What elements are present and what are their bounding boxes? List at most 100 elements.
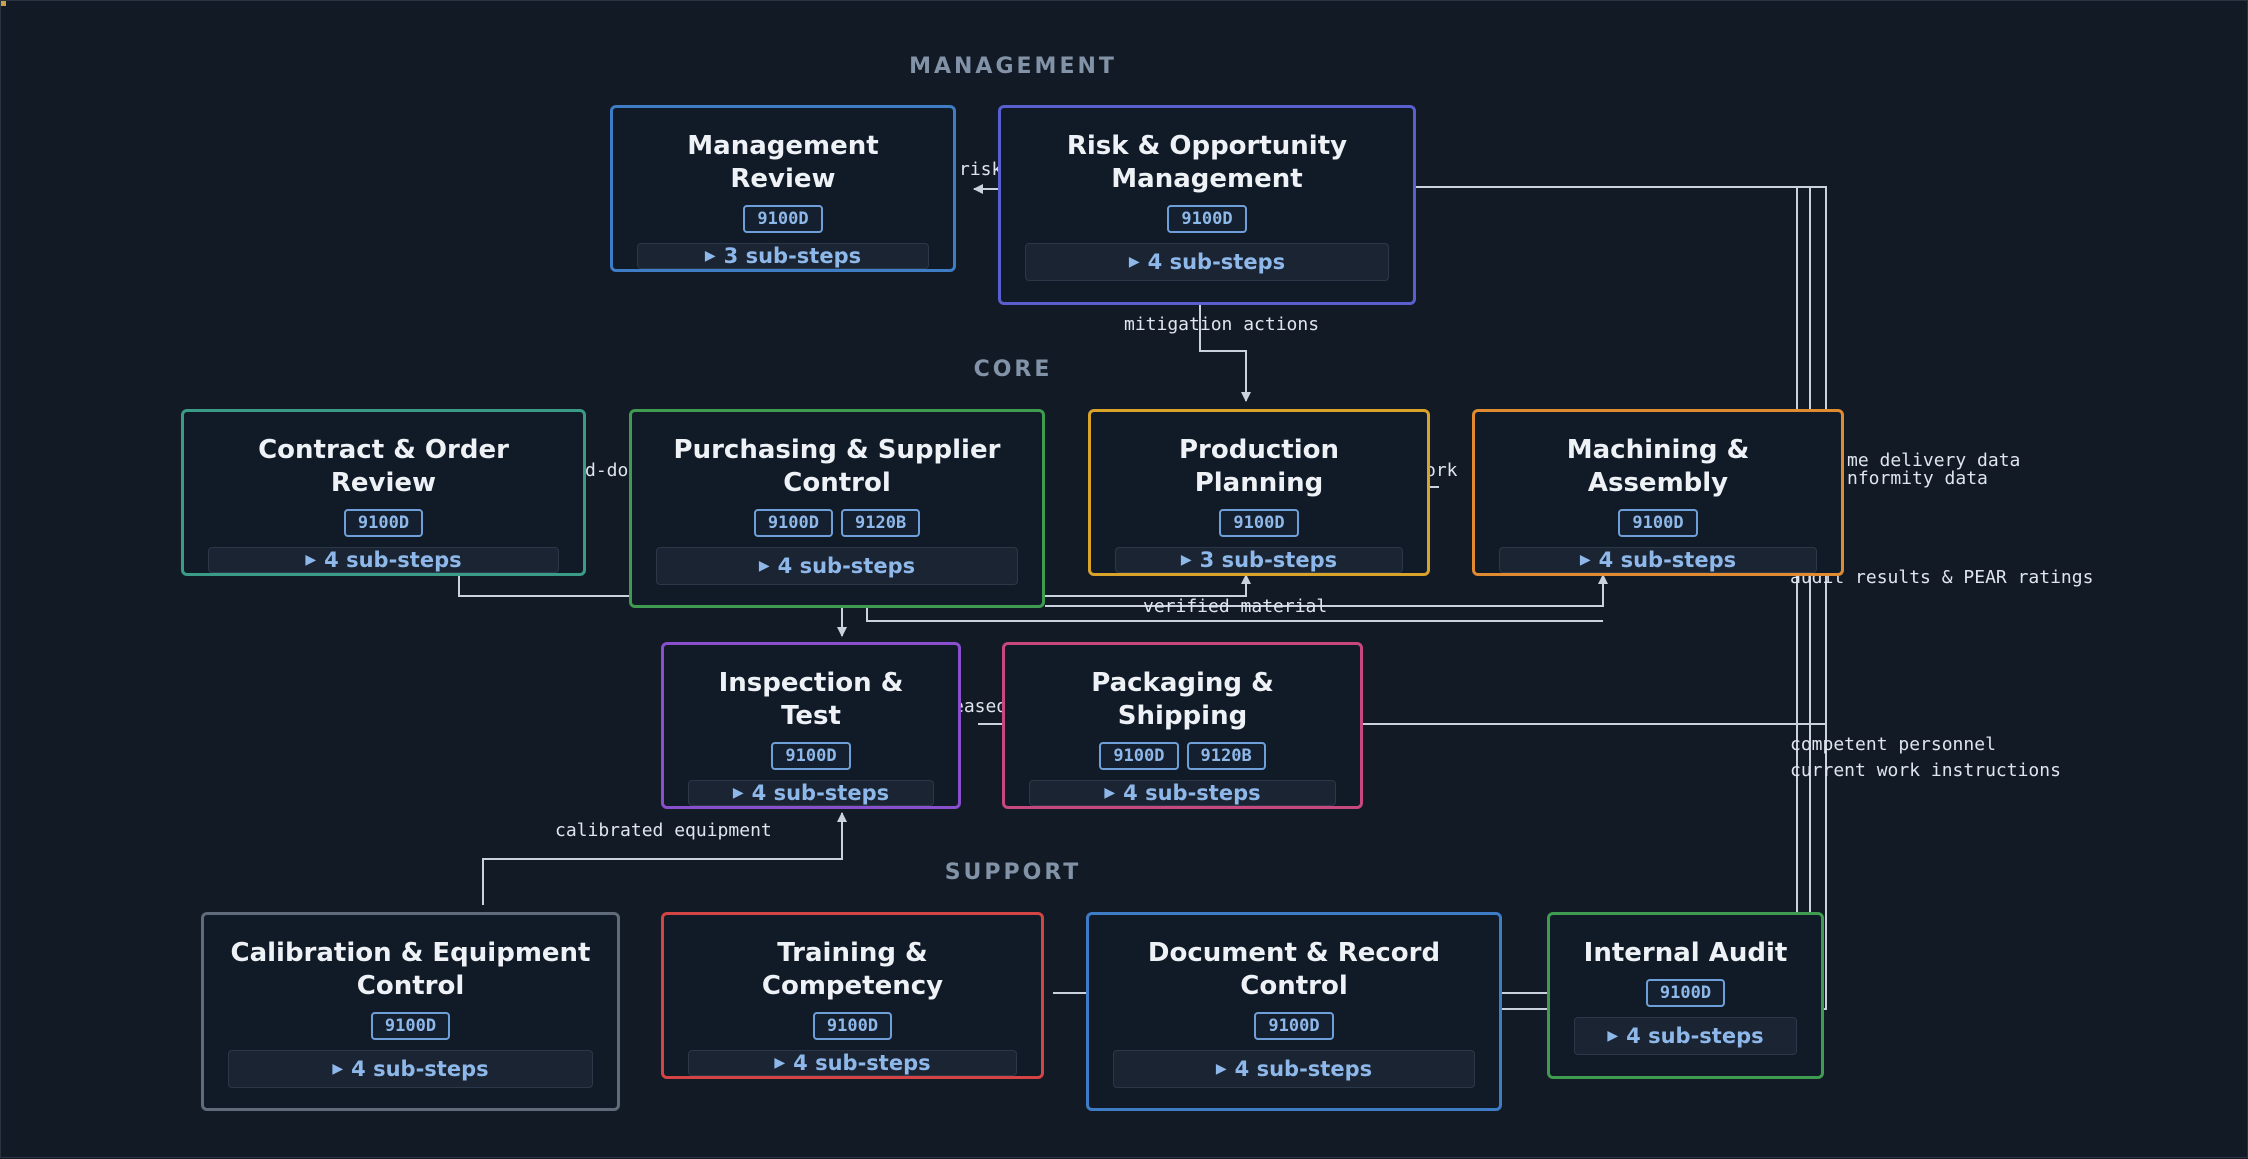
node-packaging-shipping[interactable]: Packaging & Shipping 9100D 9120B ▶ 4 sub-ste… bbox=[1002, 642, 1363, 809]
triangle-right-icon: ▶ bbox=[332, 1061, 344, 1077]
lane-label-management: MANAGEMENT bbox=[909, 54, 1117, 79]
node-inspection-test[interactable]: Inspection & Test 9100D ▶ 4 sub-steps bbox=[661, 642, 961, 809]
triangle-right-icon: ▶ bbox=[1128, 254, 1140, 270]
lane-label-core: CORE bbox=[973, 357, 1053, 382]
triangle-right-icon: ▶ bbox=[1215, 1061, 1227, 1077]
substeps-toggle-button[interactable]: ▶ 4 sub-steps bbox=[228, 1050, 593, 1088]
substeps-toggle-button[interactable]: ▶ 4 sub-steps bbox=[688, 1050, 1017, 1076]
node-title: Contract & Order Review bbox=[258, 435, 509, 498]
triangle-right-icon: ▶ bbox=[774, 1055, 786, 1071]
standard-badges: 9100D bbox=[1618, 509, 1698, 537]
triangle-right-icon: ▶ bbox=[1607, 1028, 1619, 1044]
substeps-label: 4 sub-steps bbox=[1598, 548, 1737, 572]
node-title: Packaging & Shipping bbox=[1091, 668, 1274, 731]
substeps-toggle-button[interactable]: ▶ 3 sub-steps bbox=[637, 243, 929, 269]
substeps-toggle-button[interactable]: ▶ 4 sub-steps bbox=[688, 780, 934, 806]
standard-badge: 9100D bbox=[1099, 742, 1179, 770]
substeps-toggle-button[interactable]: ▶ 4 sub-steps bbox=[1113, 1050, 1475, 1088]
process-map-canvas: MANAGEMENT CORE SUPPORT risk mitigation … bbox=[0, 0, 2248, 1158]
substeps-toggle-button[interactable]: ▶ 4 sub-steps bbox=[1499, 547, 1817, 573]
node-title: Internal Audit bbox=[1583, 938, 1788, 968]
node-document-control[interactable]: Document & Record Control 9100D ▶ 4 sub-ste… bbox=[1086, 912, 1502, 1111]
standard-badge: 9100D bbox=[1219, 509, 1299, 537]
standard-badge: 9120B bbox=[841, 509, 921, 537]
triangle-right-icon: ▶ bbox=[704, 248, 716, 264]
standard-badge: 9100D bbox=[743, 205, 823, 233]
substeps-label: 4 sub-steps bbox=[793, 1051, 931, 1075]
standard-badges: 9100D bbox=[771, 742, 851, 770]
triangle-right-icon: ▶ bbox=[1180, 552, 1192, 568]
substeps-toggle-button[interactable]: ▶ 3 sub-steps bbox=[1115, 547, 1403, 573]
node-title: Risk & Opportunity Management bbox=[1066, 131, 1348, 194]
standard-badges: 9100D bbox=[812, 1012, 893, 1040]
substeps-toggle-button[interactable]: ▶ 4 sub-steps bbox=[1025, 243, 1389, 281]
substeps-label: 4 sub-steps bbox=[324, 548, 462, 572]
substeps-toggle-button[interactable]: ▶ 4 sub-steps bbox=[1029, 780, 1336, 806]
node-title: Calibration & Equipment Control bbox=[230, 938, 591, 1001]
node-production-planning[interactable]: Production Planning 9100D ▶ 3 sub-steps bbox=[1088, 409, 1430, 576]
triangle-right-icon: ▶ bbox=[305, 552, 317, 568]
edge-label-mitigation: mitigation actions bbox=[1124, 314, 1320, 335]
edge-label-competent: competent personnel bbox=[1790, 734, 1996, 755]
standard-badges: 9100D bbox=[743, 205, 823, 233]
standard-badge: 9100D bbox=[1645, 979, 1726, 1007]
edge-label-verified: verified material bbox=[1143, 596, 1328, 617]
edge-label-flowdown: d-do bbox=[585, 460, 629, 481]
edge-label-calibrated: calibrated equipment bbox=[555, 820, 772, 841]
standard-badge: 9100D bbox=[1254, 1012, 1334, 1040]
substeps-label: 4 sub-steps bbox=[1147, 250, 1286, 274]
triangle-right-icon: ▶ bbox=[732, 785, 744, 801]
node-title: Training & Competency bbox=[761, 938, 944, 1001]
standard-badges: 9100D 9120B bbox=[753, 509, 921, 537]
substeps-label: 4 sub-steps bbox=[1234, 1057, 1373, 1081]
substeps-label: 3 sub-steps bbox=[1199, 548, 1338, 572]
triangle-right-icon: ▶ bbox=[1579, 552, 1591, 568]
substeps-toggle-button[interactable]: ▶ 4 sub-steps bbox=[656, 547, 1018, 585]
substeps-label: 4 sub-steps bbox=[351, 1057, 489, 1081]
node-machining-assembly[interactable]: Machining & Assembly 9100D ▶ 4 sub-steps bbox=[1472, 409, 1844, 576]
substeps-label: 3 sub-steps bbox=[723, 244, 862, 268]
node-risk-opportunity[interactable]: Risk & Opportunity Management 9100D ▶ 4 sub… bbox=[998, 105, 1416, 305]
node-title: Machining & Assembly bbox=[1566, 435, 1750, 498]
edge-label-instructions: current work instructions bbox=[1790, 760, 2061, 781]
link-purchasing-to-production bbox=[1045, 574, 1251, 597]
edge-label-released: eased bbox=[953, 696, 1008, 717]
standard-badges: 9100D bbox=[370, 1012, 451, 1040]
standard-badge: 9100D bbox=[370, 1012, 451, 1040]
standard-badges: 9100D bbox=[1167, 205, 1247, 233]
node-training-competency[interactable]: Training & Competency 9100D ▶ 4 sub-steps bbox=[661, 912, 1044, 1079]
standard-badge: 9120B bbox=[1186, 742, 1266, 770]
standard-badge: 9100D bbox=[812, 1012, 893, 1040]
link-risk-trunk bbox=[1416, 186, 1827, 1010]
node-title: Inspection & Test bbox=[718, 668, 904, 731]
node-calibration[interactable]: Calibration & Equipment Control 9100D ▶ 4 s… bbox=[201, 912, 620, 1111]
node-contract-review[interactable]: Contract & Order Review 9100D ▶ 4 sub-steps bbox=[181, 409, 586, 576]
standard-badges: 9100D bbox=[1645, 979, 1726, 1007]
standard-badge: 9100D bbox=[343, 509, 424, 537]
triangle-right-icon: ▶ bbox=[758, 558, 770, 574]
node-purchasing[interactable]: Purchasing & Supplier Control 9100D 9120B ▶… bbox=[629, 409, 1045, 608]
edge-label-risk: risk bbox=[959, 159, 1003, 180]
substeps-label: 4 sub-steps bbox=[1626, 1024, 1764, 1048]
standard-badge: 9100D bbox=[1618, 509, 1698, 537]
substeps-label: 4 sub-steps bbox=[751, 781, 890, 805]
triangle-right-icon: ▶ bbox=[1104, 785, 1116, 801]
substeps-label: 4 sub-steps bbox=[777, 554, 916, 578]
node-title: Management Review bbox=[687, 131, 879, 194]
node-management-review[interactable]: Management Review 9100D ▶ 3 sub-steps bbox=[610, 105, 956, 272]
standard-badge: 9100D bbox=[1167, 205, 1247, 233]
standard-badges: 9100D bbox=[1254, 1012, 1334, 1040]
node-title: Document & Record Control bbox=[1147, 938, 1441, 1001]
standard-badges: 9100D bbox=[343, 509, 424, 537]
standard-badges: 9100D bbox=[1219, 509, 1299, 537]
substeps-label: 4 sub-steps bbox=[1123, 781, 1261, 805]
edge-label-conformity: nformity data bbox=[1847, 468, 1988, 489]
substeps-toggle-button[interactable]: ▶ 4 sub-steps bbox=[1574, 1017, 1797, 1055]
standard-badges: 9100D 9120B bbox=[1099, 742, 1266, 770]
node-title: Production Planning bbox=[1179, 435, 1339, 498]
lane-label-support: SUPPORT bbox=[944, 860, 1082, 885]
node-title: Purchasing & Supplier Control bbox=[673, 435, 1001, 498]
standard-badge: 9100D bbox=[771, 742, 851, 770]
substeps-toggle-button[interactable]: ▶ 4 sub-steps bbox=[208, 547, 559, 573]
node-internal-audit[interactable]: Internal Audit 9100D ▶ 4 sub-steps bbox=[1547, 912, 1824, 1079]
